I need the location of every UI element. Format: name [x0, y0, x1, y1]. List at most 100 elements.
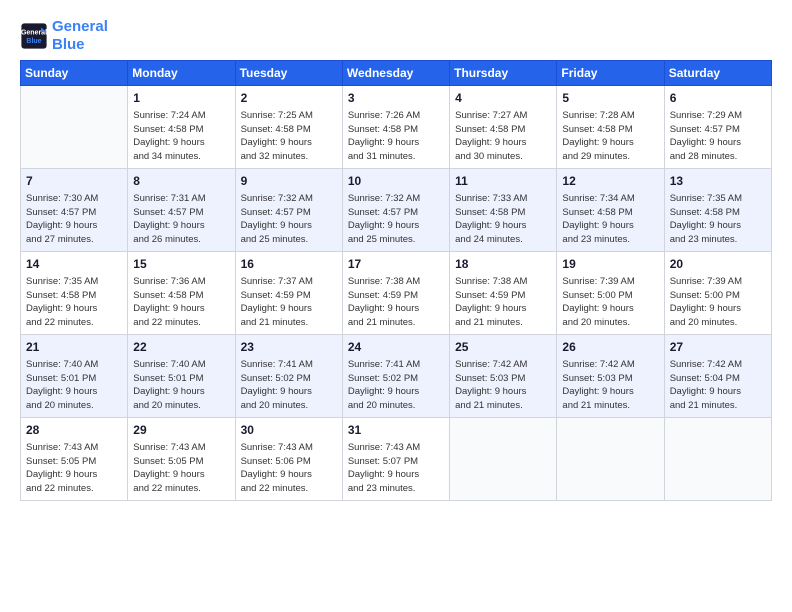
cell-sun-info: Sunrise: 7:42 AMSunset: 5:03 PMDaylight:…: [562, 358, 658, 413]
calendar-cell: [21, 86, 128, 169]
calendar-cell: 28Sunrise: 7:43 AMSunset: 5:05 PMDayligh…: [21, 418, 128, 501]
cell-sun-info: Sunrise: 7:41 AMSunset: 5:02 PMDaylight:…: [348, 358, 444, 413]
calendar-cell: 17 Sunrise: 7:38 AMSunset: 4:59 PMDayligh…: [342, 252, 449, 335]
calendar-cell: 13 Sunrise: 7:35 AMSunset: 4:58 PMDayligh…: [664, 169, 771, 252]
day-number: 8: [133, 173, 229, 190]
day-number: 19: [562, 256, 658, 273]
weekday-header: Monday: [128, 61, 235, 86]
day-number: 3: [348, 90, 444, 107]
day-number: 24: [348, 339, 444, 356]
calendar-cell: 22 Sunrise: 7:40 AMSunset: 5:01 PMDayligh…: [128, 335, 235, 418]
calendar-cell: 31 Sunrise: 7:43 AMSunset: 5:07 PMDayligh…: [342, 418, 449, 501]
cell-sun-info: Sunrise: 7:25 AMSunset: 4:58 PMDaylight:…: [241, 109, 337, 164]
weekday-header: Wednesday: [342, 61, 449, 86]
day-number: 23: [241, 339, 337, 356]
day-number: 4: [455, 90, 551, 107]
day-number: 30: [241, 422, 337, 439]
calendar-cell: 21 Sunrise: 7:40 AMSunset: 5:01 PMDayligh…: [21, 335, 128, 418]
calendar-cell: 25 Sunrise: 7:42 AMSunset: 5:03 PMDayligh…: [450, 335, 557, 418]
calendar-cell: 24 Sunrise: 7:41 AMSunset: 5:02 PMDayligh…: [342, 335, 449, 418]
cell-sun-info: Sunrise: 7:43 AMSunset: 5:06 PMDaylight:…: [241, 441, 337, 496]
cell-sun-info: Sunrise: 7:36 AMSunset: 4:58 PMDaylight:…: [133, 275, 229, 330]
calendar-cell: [557, 418, 664, 501]
cell-sun-info: Sunrise: 7:31 AMSunset: 4:57 PMDaylight:…: [133, 192, 229, 247]
day-number: 31: [348, 422, 444, 439]
day-number: 26: [562, 339, 658, 356]
calendar-week-row: 7 Sunrise: 7:30 AMSunset: 4:57 PMDaylight…: [21, 169, 772, 252]
calendar-cell: 9Sunrise: 7:32 AMSunset: 4:57 PMDaylight…: [235, 169, 342, 252]
day-number: 2: [241, 90, 337, 107]
calendar-week-row: 21 Sunrise: 7:40 AMSunset: 5:01 PMDayligh…: [21, 335, 772, 418]
cell-sun-info: Sunrise: 7:30 AMSunset: 4:57 PMDaylight:…: [26, 192, 122, 247]
cell-sun-info: Sunrise: 7:40 AMSunset: 5:01 PMDaylight:…: [26, 358, 122, 413]
calendar-cell: 29 Sunrise: 7:43 AMSunset: 5:05 PMDayligh…: [128, 418, 235, 501]
calendar-week-row: 14 Sunrise: 7:35 AMSunset: 4:58 PMDayligh…: [21, 252, 772, 335]
day-number: 22: [133, 339, 229, 356]
weekday-header: Thursday: [450, 61, 557, 86]
cell-sun-info: Sunrise: 7:42 AMSunset: 5:04 PMDaylight:…: [670, 358, 766, 413]
calendar-cell: 7 Sunrise: 7:30 AMSunset: 4:57 PMDaylight…: [21, 169, 128, 252]
day-number: 10: [348, 173, 444, 190]
cell-sun-info: Sunrise: 7:38 AMSunset: 4:59 PMDaylight:…: [348, 275, 444, 330]
cell-sun-info: Sunrise: 7:38 AMSunset: 4:59 PMDaylight:…: [455, 275, 551, 330]
calendar-cell: 20 Sunrise: 7:39 AMSunset: 5:00 PMDayligh…: [664, 252, 771, 335]
cell-sun-info: Sunrise: 7:43 AMSunset: 5:07 PMDaylight:…: [348, 441, 444, 496]
cell-sun-info: Sunrise: 7:27 AMSunset: 4:58 PMDaylight:…: [455, 109, 551, 164]
calendar-cell: 6 Sunrise: 7:29 AMSunset: 4:57 PMDaylight…: [664, 86, 771, 169]
logo: General Blue GeneralBlue: [20, 18, 108, 54]
day-number: 12: [562, 173, 658, 190]
calendar-cell: 1 Sunrise: 7:24 AMSunset: 4:58 PMDaylight…: [128, 86, 235, 169]
calendar-cell: 18 Sunrise: 7:38 AMSunset: 4:59 PMDayligh…: [450, 252, 557, 335]
day-number: 18: [455, 256, 551, 273]
calendar-cell: 14 Sunrise: 7:35 AMSunset: 4:58 PMDayligh…: [21, 252, 128, 335]
cell-sun-info: Sunrise: 7:42 AMSunset: 5:03 PMDaylight:…: [455, 358, 551, 413]
calendar-cell: 3Sunrise: 7:26 AMSunset: 4:58 PMDaylight…: [342, 86, 449, 169]
day-number: 21: [26, 339, 122, 356]
day-number: 1: [133, 90, 229, 107]
day-number: 14: [26, 256, 122, 273]
cell-sun-info: Sunrise: 7:24 AMSunset: 4:58 PMDaylight:…: [133, 109, 229, 164]
page-header: General Blue GeneralBlue: [20, 18, 772, 54]
day-number: 27: [670, 339, 766, 356]
cell-sun-info: Sunrise: 7:43 AMSunset: 5:05 PMDaylight:…: [26, 441, 122, 496]
weekday-header: Tuesday: [235, 61, 342, 86]
day-number: 5: [562, 90, 658, 107]
calendar-table: SundayMondayTuesdayWednesdayThursdayFrid…: [20, 60, 772, 501]
day-number: 29: [133, 422, 229, 439]
weekday-header: Sunday: [21, 61, 128, 86]
logo-icon: General Blue: [20, 22, 48, 50]
logo-text: GeneralBlue: [52, 18, 108, 54]
day-number: 13: [670, 173, 766, 190]
cell-sun-info: Sunrise: 7:37 AMSunset: 4:59 PMDaylight:…: [241, 275, 337, 330]
calendar-week-row: 1 Sunrise: 7:24 AMSunset: 4:58 PMDaylight…: [21, 86, 772, 169]
cell-sun-info: Sunrise: 7:35 AMSunset: 4:58 PMDaylight:…: [26, 275, 122, 330]
weekday-header: Saturday: [664, 61, 771, 86]
calendar-cell: 10 Sunrise: 7:32 AMSunset: 4:57 PMDayligh…: [342, 169, 449, 252]
cell-sun-info: Sunrise: 7:33 AMSunset: 4:58 PMDaylight:…: [455, 192, 551, 247]
cell-sun-info: Sunrise: 7:43 AMSunset: 5:05 PMDaylight:…: [133, 441, 229, 496]
cell-sun-info: Sunrise: 7:32 AMSunset: 4:57 PMDaylight:…: [348, 192, 444, 247]
cell-sun-info: Sunrise: 7:40 AMSunset: 5:01 PMDaylight:…: [133, 358, 229, 413]
cell-sun-info: Sunrise: 7:41 AMSunset: 5:02 PMDaylight:…: [241, 358, 337, 413]
day-number: 11: [455, 173, 551, 190]
day-number: 16: [241, 256, 337, 273]
calendar-week-row: 28Sunrise: 7:43 AMSunset: 5:05 PMDayligh…: [21, 418, 772, 501]
calendar-cell: 11 Sunrise: 7:33 AMSunset: 4:58 PMDayligh…: [450, 169, 557, 252]
calendar-cell: 8 Sunrise: 7:31 AMSunset: 4:57 PMDaylight…: [128, 169, 235, 252]
day-number: 25: [455, 339, 551, 356]
weekday-header: Friday: [557, 61, 664, 86]
cell-sun-info: Sunrise: 7:32 AMSunset: 4:57 PMDaylight:…: [241, 192, 337, 247]
cell-sun-info: Sunrise: 7:35 AMSunset: 4:58 PMDaylight:…: [670, 192, 766, 247]
day-number: 6: [670, 90, 766, 107]
day-number: 20: [670, 256, 766, 273]
calendar-cell: 15Sunrise: 7:36 AMSunset: 4:58 PMDayligh…: [128, 252, 235, 335]
svg-text:Blue: Blue: [26, 38, 41, 45]
day-number: 7: [26, 173, 122, 190]
calendar-header-row: SundayMondayTuesdayWednesdayThursdayFrid…: [21, 61, 772, 86]
calendar-cell: 16 Sunrise: 7:37 AMSunset: 4:59 PMDayligh…: [235, 252, 342, 335]
day-number: 17: [348, 256, 444, 273]
cell-sun-info: Sunrise: 7:39 AMSunset: 5:00 PMDaylight:…: [670, 275, 766, 330]
calendar-cell: 30 Sunrise: 7:43 AMSunset: 5:06 PMDayligh…: [235, 418, 342, 501]
calendar-cell: 12Sunrise: 7:34 AMSunset: 4:58 PMDayligh…: [557, 169, 664, 252]
cell-sun-info: Sunrise: 7:29 AMSunset: 4:57 PMDaylight:…: [670, 109, 766, 164]
